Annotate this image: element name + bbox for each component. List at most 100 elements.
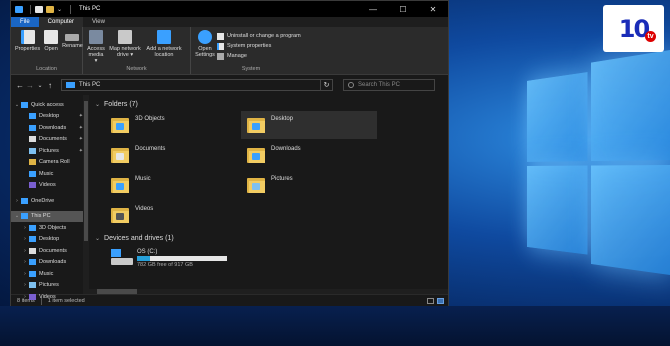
nav-item-desktop[interactable]: › Desktop xyxy=(11,234,89,246)
rename-button[interactable]: Rename xyxy=(60,29,85,65)
back-button[interactable]: ← xyxy=(15,81,25,90)
title-bar: ⌄ This PC — ☐ ✕ xyxy=(11,1,448,17)
system-properties-button[interactable]: System properties xyxy=(217,41,301,51)
system-group-label: System xyxy=(241,66,261,72)
picture-icon xyxy=(29,147,36,154)
add-network-location-button[interactable]: Add a network location xyxy=(143,29,185,65)
close-button[interactable]: ✕ xyxy=(418,5,448,14)
nav-item-documents[interactable]: Documents ✦ xyxy=(11,134,89,146)
folders-grid: 3D Objects Desktop Documents Downloads Music… xyxy=(95,111,448,229)
network-group: Access media ▾ Map network drive ▾ Add a… xyxy=(83,27,191,74)
quick-access-dropdown-icon[interactable]: ⌄ xyxy=(57,6,63,13)
location-group: Properties Open Rename Location xyxy=(11,27,83,74)
properties-button[interactable]: Properties xyxy=(13,29,42,65)
nav-item-videos[interactable]: Videos xyxy=(11,180,89,192)
folders-section-header[interactable]: ⌄ Folders (7) xyxy=(95,97,448,111)
nav-item-quick-access[interactable]: ⌄ Quick access xyxy=(11,99,89,111)
open-icon xyxy=(44,30,59,44)
taskbar xyxy=(0,306,670,346)
chevron-down-icon: ⌄ xyxy=(95,101,101,108)
new-folder-quick-icon[interactable] xyxy=(46,5,54,13)
forward-button[interactable]: → xyxy=(25,81,35,90)
refresh-button[interactable]: ↻ xyxy=(321,79,333,91)
tab-computer[interactable]: Computer xyxy=(38,17,84,27)
open-settings-button[interactable]: Open Settings xyxy=(193,29,217,65)
tab-file[interactable]: File xyxy=(11,17,39,27)
access-media-button[interactable]: Access media ▾ xyxy=(85,29,107,65)
uninstall-program-button[interactable]: Uninstall or change a program xyxy=(217,31,301,41)
chevron-icon[interactable]: › xyxy=(21,225,29,231)
music-icon xyxy=(29,270,36,277)
ribbon: Properties Open Rename Location Access m… xyxy=(11,27,448,75)
folder-music[interactable]: Music xyxy=(111,171,247,199)
nav-item-3d-objects[interactable]: › 3D Objects xyxy=(11,222,89,234)
chevron-icon[interactable]: › xyxy=(13,198,21,204)
properties-quick-icon[interactable] xyxy=(35,5,43,13)
video-icon xyxy=(29,182,36,189)
manage-button[interactable]: Manage xyxy=(217,51,301,61)
up-button[interactable]: ↑ xyxy=(45,81,55,90)
window-title: This PC xyxy=(79,6,101,12)
pc-icon xyxy=(21,213,28,220)
search-input[interactable]: Search This PC xyxy=(343,79,435,91)
chevron-icon[interactable]: ⌄ xyxy=(13,102,21,108)
folder-icon xyxy=(111,115,129,133)
nav-item-downloads[interactable]: Downloads ✦ xyxy=(11,122,89,134)
document-icon xyxy=(29,136,36,143)
chevron-down-icon: ⌄ xyxy=(95,235,101,242)
network-location-icon xyxy=(157,30,171,44)
devices-section-header[interactable]: ⌄ Devices and drives (1) xyxy=(95,231,448,245)
system-properties-icon xyxy=(217,42,224,50)
folder-downloads[interactable]: Downloads xyxy=(247,141,383,169)
location-group-label: Location xyxy=(36,66,57,72)
nav-item-this-pc[interactable]: ⌄ This PC xyxy=(11,210,89,222)
folder-icon xyxy=(111,175,129,193)
nav-item-videos[interactable]: › Videos xyxy=(11,291,89,303)
folder-3d-objects[interactable]: 3D Objects xyxy=(111,111,247,139)
cloud-icon xyxy=(21,197,28,204)
nav-item-onedrive[interactable]: › OneDrive xyxy=(11,195,89,207)
download-icon xyxy=(29,259,36,266)
chevron-icon[interactable]: › xyxy=(21,236,29,242)
minimize-button[interactable]: — xyxy=(358,5,388,14)
content-scrollbar[interactable] xyxy=(89,289,448,294)
nav-item-pictures[interactable]: › Pictures xyxy=(11,280,89,292)
folder-videos[interactable]: Videos xyxy=(111,201,247,229)
open-button[interactable]: Open xyxy=(42,29,60,65)
system-group: Open Settings Uninstall or change a prog… xyxy=(191,27,311,74)
desktop-icon xyxy=(29,236,36,243)
nav-item-pictures[interactable]: Pictures ✦ xyxy=(11,145,89,157)
nav-item-music[interactable]: › Music xyxy=(11,268,89,280)
map-network-drive-button[interactable]: Map network drive ▾ xyxy=(107,29,143,65)
nav-item-camera-roll[interactable]: Camera Roll xyxy=(11,157,89,169)
nav-item-documents[interactable]: › Documents xyxy=(11,245,89,257)
tab-view[interactable]: View xyxy=(83,17,114,27)
maximize-button[interactable]: ☐ xyxy=(388,5,418,14)
folder-pictures[interactable]: Pictures xyxy=(247,171,383,199)
navigation-pane: ⌄ Quick access Desktop ✦ Downloads ✦ Documents… xyxy=(11,95,89,300)
drive-free-space: 782 GB free of 917 GB xyxy=(137,262,193,268)
large-icons-view-icon[interactable] xyxy=(437,297,444,304)
network-drive-icon xyxy=(118,30,132,44)
nav-item-desktop[interactable]: Desktop ✦ xyxy=(11,111,89,123)
chevron-icon[interactable]: ⌄ xyxy=(13,213,21,219)
document-icon xyxy=(29,247,36,254)
chevron-icon[interactable]: › xyxy=(21,282,29,288)
recent-locations-dropdown[interactable]: ⌄ xyxy=(35,82,45,89)
chevron-icon[interactable]: › xyxy=(21,294,29,300)
folder-icon xyxy=(247,145,265,163)
hard-drive-icon xyxy=(111,249,133,265)
desktop-icon xyxy=(29,113,36,120)
chevron-icon[interactable]: › xyxy=(21,259,29,265)
folder-documents[interactable]: Documents xyxy=(111,141,247,169)
folder-icon xyxy=(111,205,129,223)
star-icon xyxy=(21,101,28,108)
address-field[interactable]: This PC xyxy=(61,79,321,91)
drive-os-c[interactable]: OS (C:) 782 GB free of 917 GB xyxy=(95,249,448,268)
folder-desktop[interactable]: Desktop xyxy=(241,111,377,139)
chevron-icon[interactable]: › xyxy=(21,248,29,254)
nav-item-downloads[interactable]: › Downloads xyxy=(11,257,89,269)
nav-item-music[interactable]: Music xyxy=(11,168,89,180)
chevron-icon[interactable]: › xyxy=(21,271,29,277)
details-view-icon[interactable] xyxy=(427,297,434,304)
